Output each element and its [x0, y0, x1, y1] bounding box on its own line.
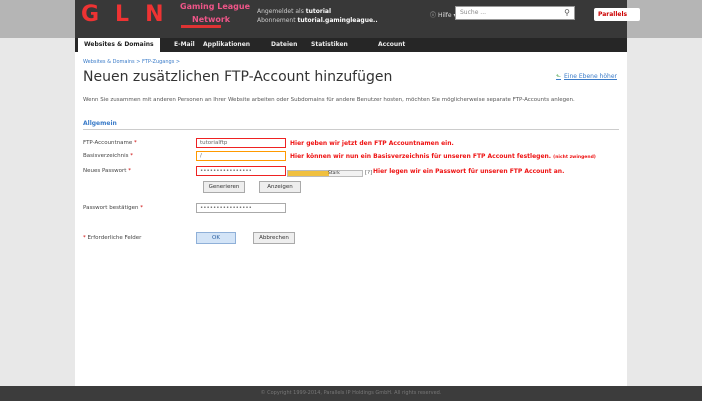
breadcrumb[interactable]: Websites & Domains > FTP-Zugangs > [83, 59, 180, 65]
ftp-name-field[interactable]: tutorialftp [196, 138, 286, 148]
divider [83, 129, 619, 130]
tab-statistics[interactable]: Statistiken [311, 38, 348, 52]
cancel-button[interactable]: Abbrechen [253, 232, 295, 244]
help-question-icon[interactable]: [?] [365, 170, 372, 176]
header: GLN Gaming League Network Angemeldet als… [75, 0, 640, 38]
generate-password-button[interactable]: Generieren [203, 181, 245, 193]
search-input[interactable]: Suche ... ⚲ [455, 6, 575, 20]
login-info: Angemeldet als tutorial Abonnement tutor… [257, 8, 378, 24]
up-level-link[interactable]: ⬑ Eine Ebene höher [556, 73, 617, 80]
annotation-home: Hier können wir nun ein Basisverzeichnis… [290, 153, 596, 160]
tab-account[interactable]: Account [378, 38, 405, 52]
login-subscription[interactable]: tutorial.gamingleague.. [298, 17, 378, 24]
ftp-name-label: FTP-Accountname * [83, 140, 137, 146]
ok-button[interactable]: OK [196, 232, 236, 244]
password-strength-meter: Stark [287, 170, 363, 177]
tab-files[interactable]: Dateien [271, 38, 297, 52]
password-strength-fill [288, 171, 329, 176]
main-content: Websites & Domains > FTP-Zugangs > Neuen… [75, 52, 627, 386]
logo: GLN [81, 2, 180, 27]
login-user[interactable]: tutorial [306, 8, 331, 15]
show-password-button[interactable]: Anzeigen [259, 181, 301, 193]
confirm-password-field[interactable]: •••••••••••••••• [196, 203, 286, 213]
password-strength-label: Stark [328, 171, 340, 176]
tab-applications[interactable]: Applikationen [203, 38, 250, 52]
parallels-logo[interactable]: Parallels [594, 8, 640, 21]
search-icon[interactable]: ⚲ [562, 8, 572, 18]
help-menu[interactable]: ⓘ Hilfe ▾ [430, 10, 457, 19]
home-dir-field[interactable]: / [196, 151, 286, 161]
home-dir-label: Basisverzeichnis * [83, 153, 133, 159]
main-tabs: Websites & Domains E-Mail Applikationen … [75, 38, 627, 52]
logo-subtitle-2: Network [192, 15, 231, 24]
confirm-password-label: Passwort bestätigen * [83, 205, 144, 211]
annotation-name: Hier geben wir jetzt den FTP Accountname… [290, 140, 454, 147]
logo-subtitle-1: Gaming League [180, 2, 251, 11]
annotation-password: Hier legen wir ein Passwort für unseren … [373, 168, 565, 175]
page-title: Neuen zusätzlichen FTP-Account hinzufüge… [83, 69, 393, 85]
tab-email[interactable]: E-Mail [174, 38, 195, 52]
tab-websites-domains[interactable]: Websites & Domains [78, 38, 160, 52]
help-icon: ⓘ [430, 12, 437, 19]
up-arrow-icon: ⬑ [555, 73, 561, 80]
section-general: Allgemein [83, 120, 117, 127]
password-field[interactable]: •••••••••••••••• [196, 166, 286, 176]
logo-bar [181, 25, 221, 28]
page-description: Wenn Sie zusammen mit anderen Personen a… [83, 97, 575, 103]
footer-copyright: © Copyright 1999-2014, Parallels IP Hold… [0, 386, 702, 401]
password-label: Neues Passwort * [83, 168, 131, 174]
required-fields-note: * Erforderliche Felder [83, 235, 142, 241]
